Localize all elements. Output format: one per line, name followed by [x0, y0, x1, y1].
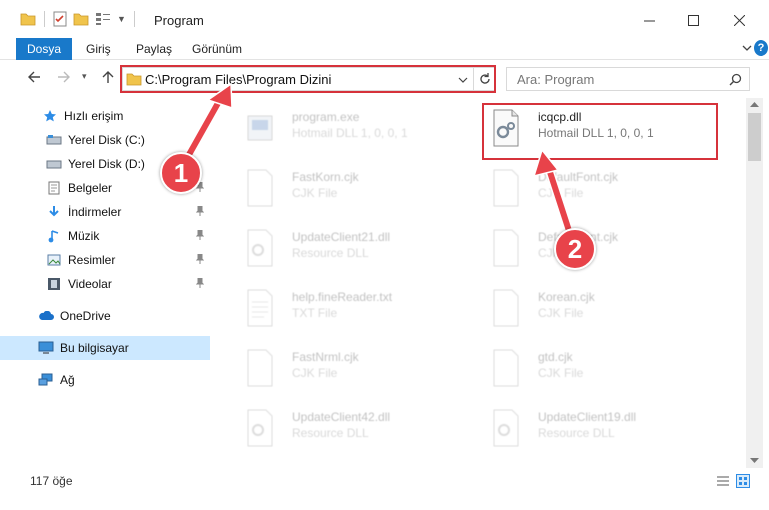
annotation-arrows [182, 82, 577, 242]
step-1-badge: 1 [160, 152, 202, 194]
arrow-2 [532, 148, 577, 242]
step-2-badge: 2 [554, 228, 596, 270]
arrow-1 [182, 82, 233, 163]
